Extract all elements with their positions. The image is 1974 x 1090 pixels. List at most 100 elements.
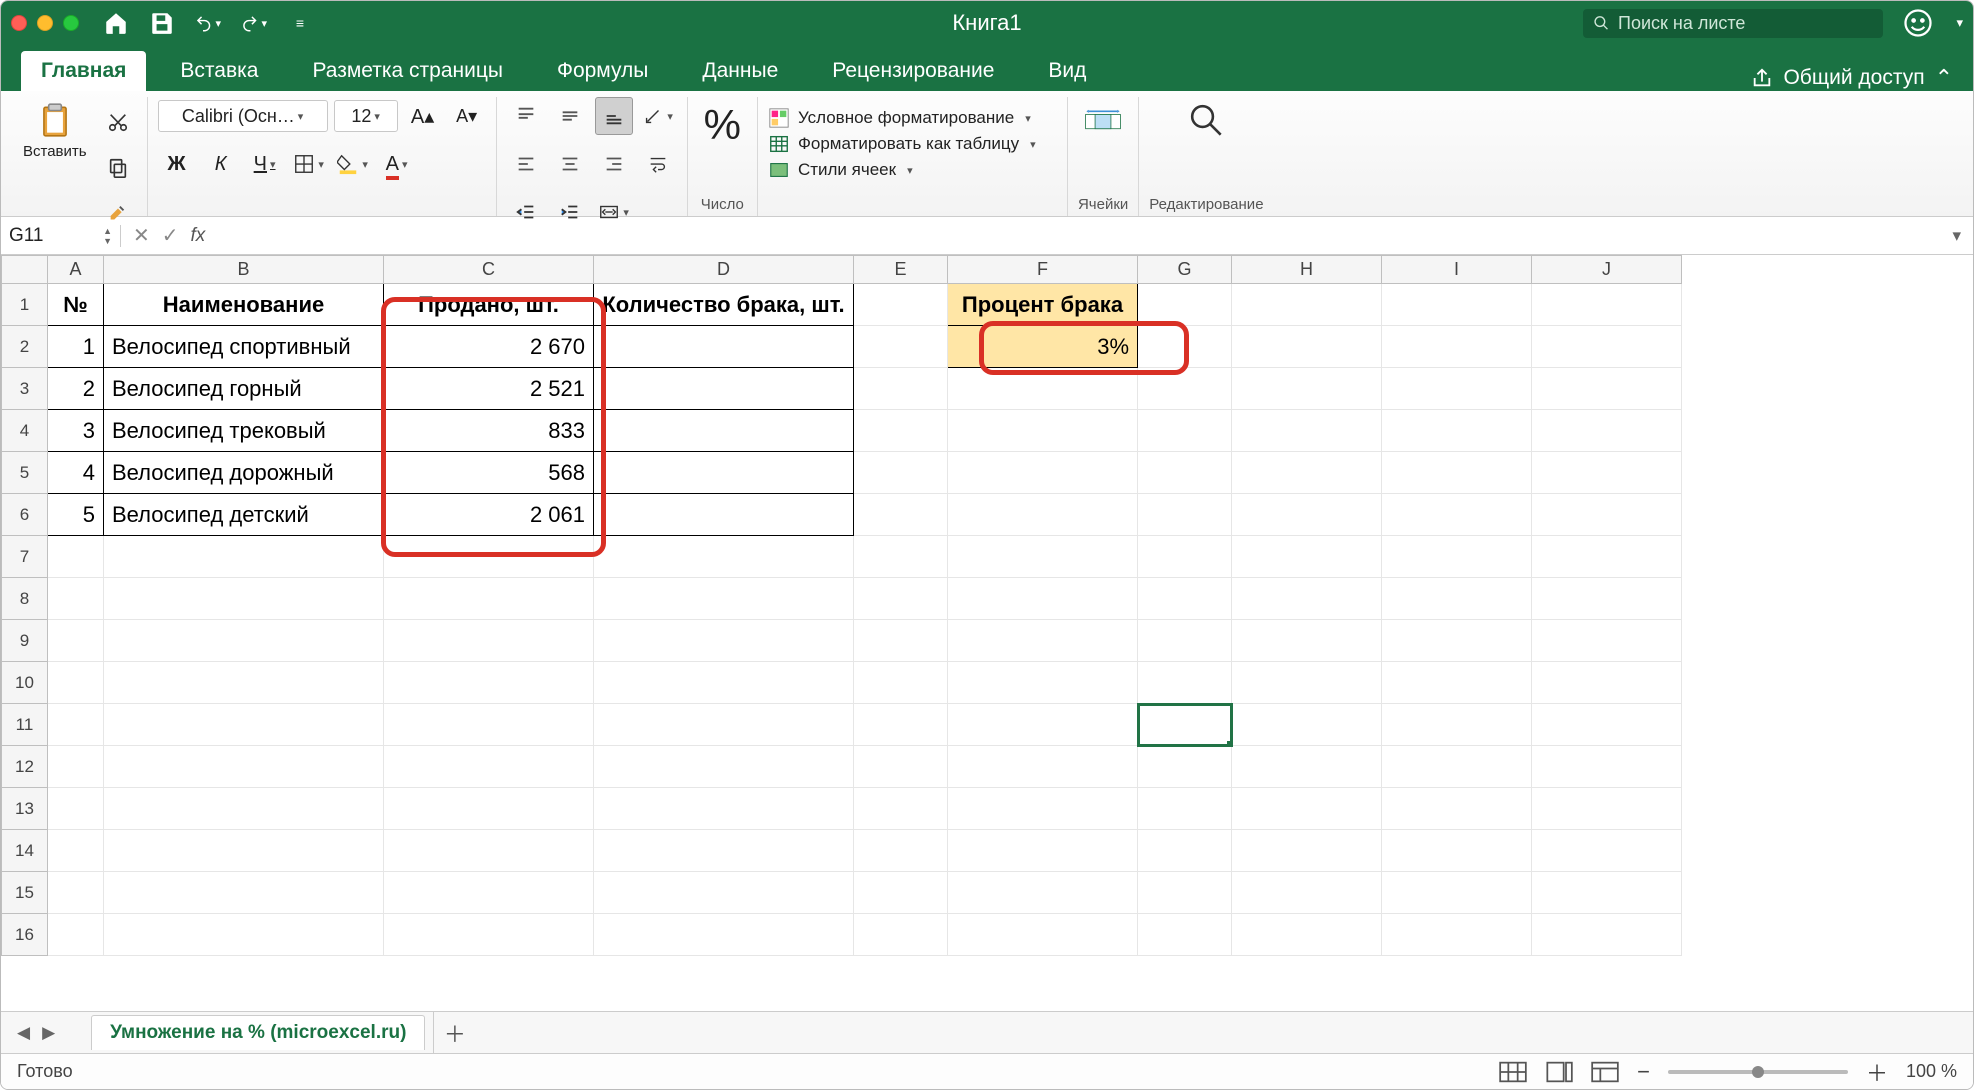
cell-C11[interactable] bbox=[384, 704, 594, 746]
sheet-nav-prev-icon[interactable]: ◀ bbox=[17, 1023, 30, 1043]
cells-button[interactable] bbox=[1078, 97, 1128, 143]
row-header-4[interactable]: 4 bbox=[2, 410, 48, 452]
column-header-I[interactable]: I bbox=[1382, 256, 1532, 284]
cell-E7[interactable] bbox=[854, 536, 948, 578]
cell-I15[interactable] bbox=[1382, 872, 1532, 914]
redo-icon[interactable]: ▾ bbox=[241, 10, 267, 36]
page-break-view-icon[interactable] bbox=[1591, 1061, 1619, 1083]
cell-J1[interactable] bbox=[1532, 284, 1682, 326]
cell-E10[interactable] bbox=[854, 662, 948, 704]
cell-J8[interactable] bbox=[1532, 578, 1682, 620]
cell-J2[interactable] bbox=[1532, 326, 1682, 368]
format-as-table-button[interactable]: Форматировать как таблицу▾ bbox=[768, 131, 1036, 157]
align-top-icon[interactable] bbox=[507, 97, 545, 135]
cell-H8[interactable] bbox=[1232, 578, 1382, 620]
cell-G5[interactable] bbox=[1138, 452, 1232, 494]
cell-E11[interactable] bbox=[854, 704, 948, 746]
cell-G14[interactable] bbox=[1138, 830, 1232, 872]
cell-D14[interactable] bbox=[594, 830, 854, 872]
cell-E1[interactable] bbox=[854, 284, 948, 326]
cell-I5[interactable] bbox=[1382, 452, 1532, 494]
cell-B2[interactable]: Велосипед спортивный bbox=[104, 326, 384, 368]
cell-D2[interactable] bbox=[594, 326, 854, 368]
name-box[interactable]: G11 ▲▼ bbox=[1, 225, 121, 247]
cell-F3[interactable] bbox=[948, 368, 1138, 410]
wrap-text-icon[interactable] bbox=[639, 145, 677, 183]
cell-A14[interactable] bbox=[48, 830, 104, 872]
cell-J16[interactable] bbox=[1532, 914, 1682, 956]
cell-H2[interactable] bbox=[1232, 326, 1382, 368]
cell-H16[interactable] bbox=[1232, 914, 1382, 956]
cell-C14[interactable] bbox=[384, 830, 594, 872]
cell-F13[interactable] bbox=[948, 788, 1138, 830]
row-header-8[interactable]: 8 bbox=[2, 578, 48, 620]
customize-qat-icon[interactable]: ≡ bbox=[287, 10, 313, 36]
decrease-indent-icon[interactable] bbox=[507, 193, 545, 231]
page-layout-view-icon[interactable] bbox=[1545, 1061, 1573, 1083]
increase-indent-icon[interactable] bbox=[551, 193, 589, 231]
cell-F8[interactable] bbox=[948, 578, 1138, 620]
tab-formulas[interactable]: Формулы bbox=[537, 51, 668, 91]
cell-H4[interactable] bbox=[1232, 410, 1382, 452]
cell-E15[interactable] bbox=[854, 872, 948, 914]
cell-I14[interactable] bbox=[1382, 830, 1532, 872]
cell-I6[interactable] bbox=[1382, 494, 1532, 536]
column-header-E[interactable]: E bbox=[854, 256, 948, 284]
row-header-3[interactable]: 3 bbox=[2, 368, 48, 410]
align-center-icon[interactable] bbox=[551, 145, 589, 183]
align-bottom-icon[interactable] bbox=[595, 97, 633, 135]
column-header-F[interactable]: F bbox=[948, 256, 1138, 284]
cell-H9[interactable] bbox=[1232, 620, 1382, 662]
spreadsheet-grid[interactable]: ABCDEFGHIJ1№НаименованиеПродано, шт.Коли… bbox=[1, 255, 1973, 1011]
cell-H14[interactable] bbox=[1232, 830, 1382, 872]
cell-I16[interactable] bbox=[1382, 914, 1532, 956]
column-header-B[interactable]: B bbox=[104, 256, 384, 284]
cell-G11[interactable] bbox=[1138, 704, 1232, 746]
cell-C2[interactable]: 2 670 bbox=[384, 326, 594, 368]
cell-C3[interactable]: 2 521 bbox=[384, 368, 594, 410]
align-left-icon[interactable] bbox=[507, 145, 545, 183]
cell-D15[interactable] bbox=[594, 872, 854, 914]
cell-C7[interactable] bbox=[384, 536, 594, 578]
tab-view[interactable]: Вид bbox=[1028, 51, 1106, 91]
cell-E6[interactable] bbox=[854, 494, 948, 536]
cell-D7[interactable] bbox=[594, 536, 854, 578]
row-header-1[interactable]: 1 bbox=[2, 284, 48, 326]
add-sheet-button[interactable]: ＋ bbox=[433, 1012, 475, 1053]
cell-F12[interactable] bbox=[948, 746, 1138, 788]
cell-H5[interactable] bbox=[1232, 452, 1382, 494]
cell-C16[interactable] bbox=[384, 914, 594, 956]
cell-J11[interactable] bbox=[1532, 704, 1682, 746]
align-middle-icon[interactable] bbox=[551, 97, 589, 135]
cell-B6[interactable]: Велосипед детский bbox=[104, 494, 384, 536]
cell-G10[interactable] bbox=[1138, 662, 1232, 704]
cell-G1[interactable] bbox=[1138, 284, 1232, 326]
zoom-slider[interactable] bbox=[1668, 1070, 1848, 1074]
tab-data[interactable]: Данные bbox=[682, 51, 798, 91]
cell-G4[interactable] bbox=[1138, 410, 1232, 452]
cell-G7[interactable] bbox=[1138, 536, 1232, 578]
select-all-corner[interactable] bbox=[2, 256, 48, 284]
zoom-level[interactable]: 100 % bbox=[1906, 1061, 1957, 1082]
cell-A16[interactable] bbox=[48, 914, 104, 956]
decrease-font-icon[interactable]: A▾ bbox=[448, 97, 486, 135]
cell-I8[interactable] bbox=[1382, 578, 1532, 620]
formula-input[interactable] bbox=[217, 217, 1940, 254]
cell-J12[interactable] bbox=[1532, 746, 1682, 788]
cell-C8[interactable] bbox=[384, 578, 594, 620]
cell-C4[interactable]: 833 bbox=[384, 410, 594, 452]
cell-F6[interactable] bbox=[948, 494, 1138, 536]
undo-icon[interactable]: ▾ bbox=[195, 10, 221, 36]
cell-J3[interactable] bbox=[1532, 368, 1682, 410]
cell-J10[interactable] bbox=[1532, 662, 1682, 704]
accept-formula-icon[interactable]: ✓ bbox=[162, 223, 179, 248]
zoom-out-button[interactable]: − bbox=[1637, 1059, 1650, 1085]
cell-J6[interactable] bbox=[1532, 494, 1682, 536]
collapse-ribbon-icon[interactable]: ⌃ bbox=[1935, 65, 1953, 91]
tab-page-layout[interactable]: Разметка страницы bbox=[292, 51, 523, 91]
cell-B7[interactable] bbox=[104, 536, 384, 578]
feedback-icon[interactable] bbox=[1903, 8, 1933, 38]
cell-E8[interactable] bbox=[854, 578, 948, 620]
cell-I11[interactable] bbox=[1382, 704, 1532, 746]
row-header-5[interactable]: 5 bbox=[2, 452, 48, 494]
